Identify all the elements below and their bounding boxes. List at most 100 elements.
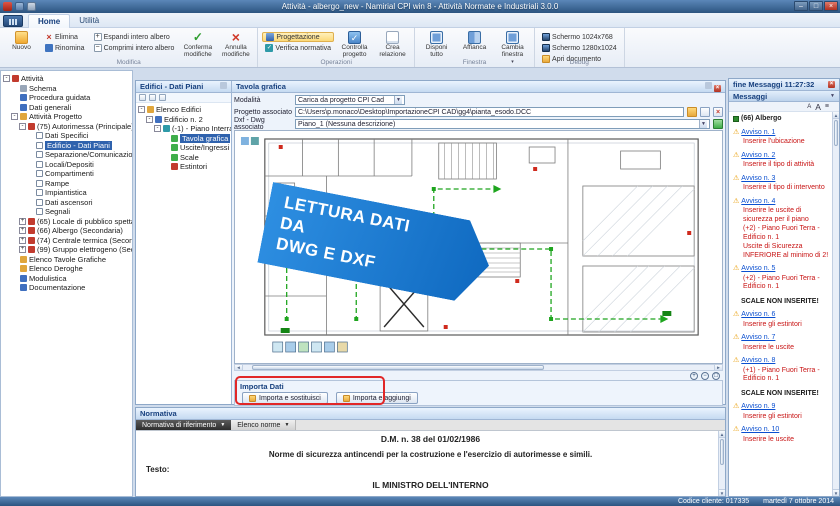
message-item[interactable]: ⚠ Inserire gli estintori [729,320,831,330]
message-item[interactable]: ⚠ Inserire gli estintori [729,412,831,422]
maximize-button[interactable]: □ [809,1,823,11]
expander-icon[interactable]: - [154,125,161,132]
importa-aggiungi-button[interactable]: Importa e aggiungi [336,392,418,404]
refresh-icon[interactable] [159,94,166,101]
message-item[interactable]: ⚠ Inserire le uscite di sicurezza per il… [729,206,831,224]
message-item[interactable]: ⚠ Avviso n. 7 [729,333,831,343]
expander-icon[interactable]: + [19,218,26,225]
tab-utilita[interactable]: Utilità [70,14,108,28]
horizontal-scrollbar[interactable]: ◄ ► [234,364,723,371]
dropdown-arrow-icon[interactable]: ▼ [699,120,707,128]
tree-item[interactable]: - Attività Progetto [1,112,132,122]
disponi-tutto-button[interactable]: Disponi tutto [419,30,454,59]
expander-icon[interactable]: + [19,237,26,244]
tree-item[interactable]: Dati Specifici [1,131,132,141]
scrollbar-thumb[interactable] [834,120,838,146]
messaggi-scrollbar[interactable]: ▲ ▼ [832,112,839,496]
affianca-button[interactable]: Affianca [457,30,492,59]
message-item[interactable]: ⚠ (+1) - Piano Fuori Terra - Edificio n.… [729,366,831,384]
expander-icon[interactable]: + [19,227,26,234]
expander-icon[interactable]: + [19,246,26,253]
reload-icon[interactable] [700,107,710,117]
add-item-icon[interactable] [139,94,146,101]
message-item[interactable]: ⚠ (66) Albergo [729,114,831,124]
tree-item[interactable]: - Attività [1,74,132,84]
dxf-select[interactable]: Piano_1 (Nessuna descrizione) ▼ [295,119,710,129]
expander-icon[interactable]: - [146,116,153,123]
menu-icon[interactable]: ≡ [825,103,829,110]
tree-item[interactable]: Impiantistica [1,188,132,198]
message-item[interactable]: ⚠ Avviso n. 4 [729,197,831,207]
tree-item[interactable]: - Elenco Edifici [136,105,231,115]
pin-icon[interactable] [220,82,227,89]
close-icon[interactable]: × [828,81,835,88]
pin-icon[interactable] [705,82,712,89]
message-item[interactable]: ⚠ Inserire il tipo di attività [729,160,831,170]
expander-icon[interactable]: - [138,106,145,113]
message-item[interactable]: ⚠ Avviso n. 10 [729,425,831,435]
tree-item[interactable]: Uscite/Ingressi [136,143,231,153]
tree-item[interactable]: Compartimenti [1,169,132,179]
message-item[interactable]: ⚠ Avviso n. 3 [729,174,831,184]
message-item[interactable]: ⚠ Avviso n. 9 [729,402,831,412]
font-smaller-button[interactable]: A [807,104,811,110]
controlla-progetto-button[interactable]: Controlla progetto [337,30,372,59]
espandi-albero-button[interactable]: Espandi intero albero [91,32,178,42]
comprimi-albero-button[interactable]: Comprimi intero albero [91,43,178,53]
tree-item[interactable]: Procedura guidata [1,93,132,103]
nuovo-button[interactable]: Nuovo [4,30,39,59]
scrollbar-thumb[interactable] [252,365,544,370]
tree-item[interactable]: + (66) Albergo (Secondaria) [1,226,132,236]
messaggi-combo[interactable]: Messaggi ▼ [729,91,839,102]
message-item[interactable]: ⚠ Avviso n. 2 [729,151,831,161]
scroll-down-icon[interactable]: ▼ [719,489,725,496]
scroll-down-icon[interactable]: ▼ [833,489,839,496]
message-item[interactable]: ⚠ Avviso n. 6 [729,310,831,320]
tree-item[interactable]: + (74) Centrale termica (Secondaria) [1,236,132,246]
close-button[interactable]: × [824,1,838,11]
message-item[interactable]: ⚠ SCALE NON INSERITE! [729,389,831,399]
rinomina-button[interactable]: Rinomina [42,43,88,53]
annulla-modifiche-button[interactable]: Annulla modifiche [218,30,253,59]
tree-item[interactable]: Scale [136,153,231,163]
tree-item[interactable]: Elenco Tavole Grafiche [1,255,132,265]
importa-sostituisci-button[interactable]: Importa e sostituisci [242,392,328,404]
font-larger-button[interactable]: A [815,102,821,112]
scroll-up-icon[interactable]: ▲ [833,112,839,119]
tree-item[interactable]: - Edificio n. 2 [136,115,231,125]
tree-item[interactable]: Rampe [1,179,132,189]
tree-item[interactable]: Documentazione [1,283,132,293]
zoom-fit-icon[interactable]: □ [712,372,720,380]
progettazione-button[interactable]: Progettazione [262,32,334,42]
dxf-ok-icon[interactable] [713,119,723,129]
tree-item[interactable]: Dati ascensori [1,198,132,208]
normativa-scrollbar[interactable]: ▲ ▼ [718,431,725,496]
scrollbar-track[interactable] [243,365,714,370]
message-item[interactable]: ⚠ Inserire le uscite [729,343,831,353]
tree-item[interactable]: Elenco Deroghe [1,264,132,274]
minimize-button[interactable]: – [794,1,808,11]
tree-item[interactable]: - (-1) - Piano Interrato [136,124,231,134]
tree-item[interactable]: Estintori [136,162,231,172]
schermo-1024-button[interactable]: Schermo 1024x768 [539,32,620,42]
progetto-input[interactable]: C:\Users\p.monaco\Desktop\ImportazioneCP… [295,107,684,117]
close-icon[interactable]: × [714,85,721,92]
expander-icon[interactable]: - [19,123,26,130]
schermo-1280-button[interactable]: Schermo 1280x1024 [539,43,620,53]
tree-item[interactable]: Locali/Depositi [1,160,132,170]
tree-item[interactable]: Separazione/Comunicazione [1,150,132,160]
scroll-up-icon[interactable]: ▲ [719,431,725,438]
tree-item[interactable]: Modulistica [1,274,132,284]
message-item[interactable]: ⚠ (+2) - Piano Fuori Terra - Edificio n.… [729,274,831,292]
remove-item-icon[interactable] [149,94,156,101]
browse-folder-icon[interactable] [687,107,697,117]
tree-item[interactable]: Edificio - Dati Piani [1,141,132,151]
zoom-out-icon[interactable]: − [701,372,709,380]
tree-item[interactable]: Segnali [1,207,132,217]
expander-icon[interactable]: - [3,75,10,82]
message-item[interactable]: ⚠ Avviso n. 8 [729,356,831,366]
message-item[interactable]: ⚠ Inserire le uscite [729,435,831,445]
verifica-normativa-button[interactable]: Verifica normativa [262,43,334,53]
message-item[interactable]: ⚠ Uscite di Sicurezza INFERIORE al minim… [729,242,831,260]
tab-home[interactable]: Home [28,14,70,28]
